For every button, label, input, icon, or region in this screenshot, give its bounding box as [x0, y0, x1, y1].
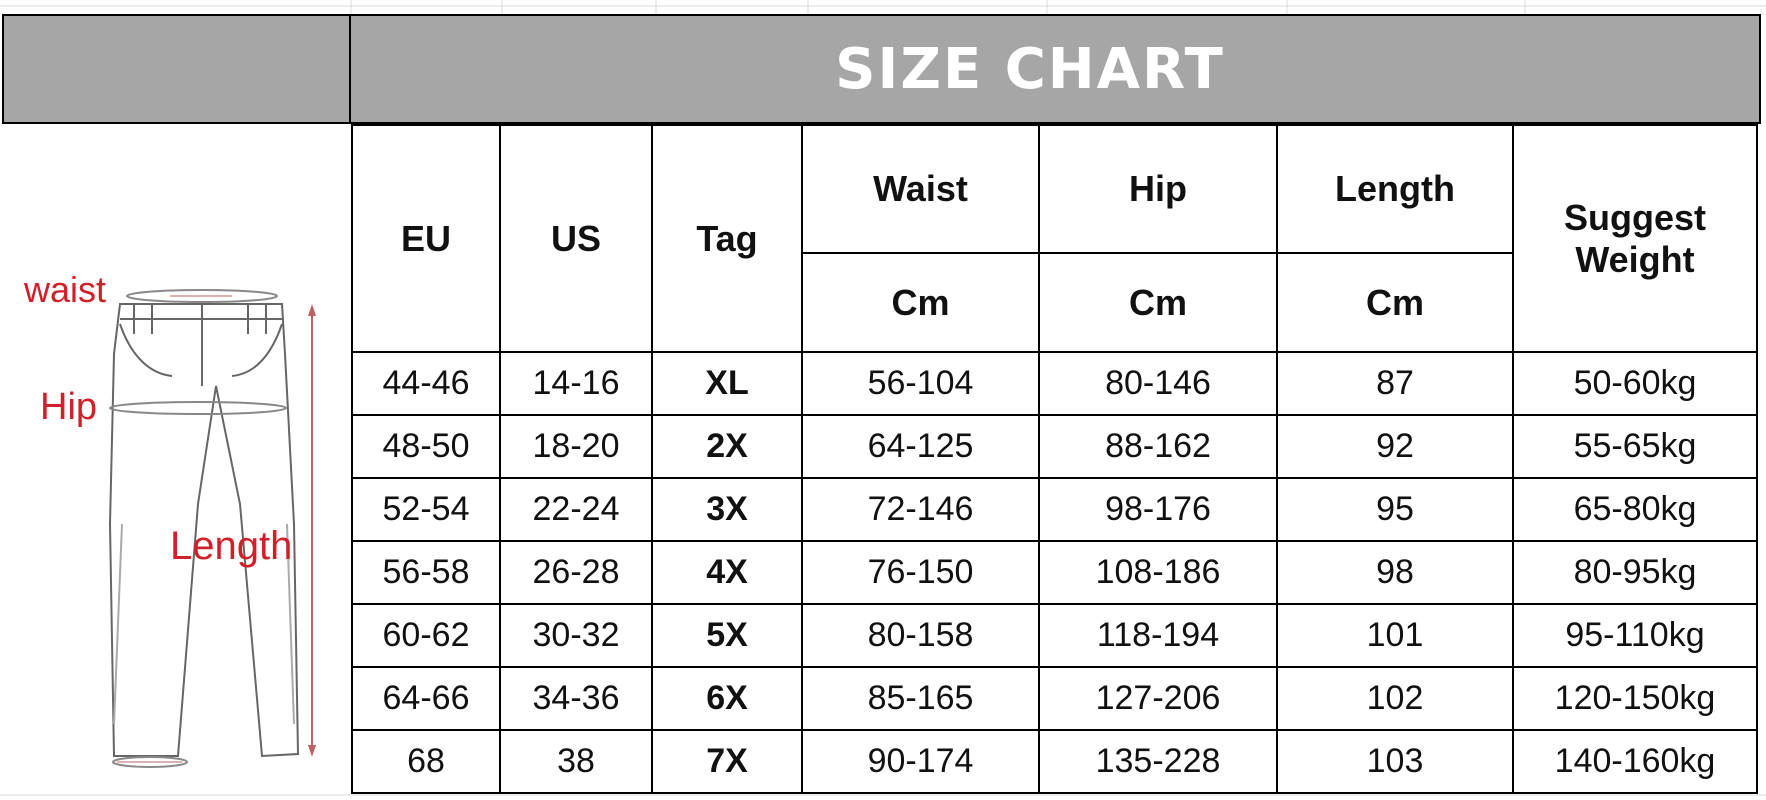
table-row: 60-62 30-32 5X 80-158 118-194 101 95-110…	[351, 603, 1758, 668]
header-us: US	[499, 124, 653, 353]
cell-weight: 120-150kg	[1512, 666, 1758, 731]
cell-eu: 60-62	[351, 603, 501, 668]
cell-waist: 90-174	[801, 729, 1040, 794]
cell-weight: 140-160kg	[1512, 729, 1758, 794]
cell-length: 95	[1276, 477, 1514, 542]
cell-hip: 88-162	[1038, 414, 1278, 479]
cell-length: 101	[1276, 603, 1514, 668]
cell-eu: 48-50	[351, 414, 501, 479]
header-eu: EU	[351, 124, 501, 353]
cell-tag: XL	[651, 351, 803, 416]
unit-waist: Cm	[801, 252, 1040, 353]
cell-us: 18-20	[499, 414, 653, 479]
unit-length: Cm	[1276, 252, 1514, 353]
cell-waist: 72-146	[801, 477, 1040, 542]
header-length: Length	[1276, 124, 1514, 254]
cell-tag: 6X	[651, 666, 803, 731]
cell-hip: 108-186	[1038, 540, 1278, 605]
cell-length: 92	[1276, 414, 1514, 479]
cell-weight: 95-110kg	[1512, 603, 1758, 668]
cell-tag: 3X	[651, 477, 803, 542]
cell-tag: 7X	[651, 729, 803, 794]
table-row: 56-58 26-28 4X 76-150 108-186 98 80-95kg	[351, 540, 1758, 605]
cell-us: 30-32	[499, 603, 653, 668]
page-title: SIZE CHART	[835, 36, 1225, 102]
header-waist: Waist	[801, 124, 1040, 254]
diagram-hip-label: Hip	[40, 386, 98, 428]
cell-us: 14-16	[499, 351, 653, 416]
cell-eu: 56-58	[351, 540, 501, 605]
cell-hip: 127-206	[1038, 666, 1278, 731]
cell-waist: 76-150	[801, 540, 1040, 605]
header-row: EU US Tag Waist Hip Length Suggest Weigh…	[351, 124, 1758, 353]
cell-weight: 65-80kg	[1512, 477, 1758, 542]
cell-length: 102	[1276, 666, 1514, 731]
cell-hip: 80-146	[1038, 351, 1278, 416]
cell-weight: 50-60kg	[1512, 351, 1758, 416]
table-row: 48-50 18-20 2X 64-125 88-162 92 55-65kg	[351, 414, 1758, 479]
cell-us: 38	[499, 729, 653, 794]
title-left-cell	[2, 14, 351, 124]
cell-length: 103	[1276, 729, 1514, 794]
cell-waist: 85-165	[801, 666, 1040, 731]
title-bar: SIZE CHART	[351, 14, 1761, 124]
table-row: 52-54 22-24 3X 72-146 98-176 95 65-80kg	[351, 477, 1758, 542]
table-row: 44-46 14-16 XL 56-104 80-146 87 50-60kg	[351, 351, 1758, 416]
table-row: 64-66 34-36 6X 85-165 127-206 102 120-15…	[351, 666, 1758, 731]
cell-tag: 4X	[651, 540, 803, 605]
cell-weight: 55-65kg	[1512, 414, 1758, 479]
cell-length: 98	[1276, 540, 1514, 605]
cell-us: 22-24	[499, 477, 653, 542]
cell-tag: 2X	[651, 414, 803, 479]
cell-waist: 64-125	[801, 414, 1040, 479]
cell-hip: 135-228	[1038, 729, 1278, 794]
diagram-waist-label: waist	[24, 269, 107, 310]
cell-hip: 98-176	[1038, 477, 1278, 542]
pants-diagram: waist Hip Length	[2, 124, 351, 794]
header-suggest-line2: Weight	[1575, 238, 1695, 280]
header-suggest-line1: Suggest	[1563, 196, 1706, 238]
size-table: EU US Tag Waist Hip Length Suggest Weigh…	[351, 124, 1758, 794]
cell-length: 87	[1276, 351, 1514, 416]
table-row: 68 38 7X 90-174 135-228 103 140-160kg	[351, 729, 1758, 794]
cell-eu: 52-54	[351, 477, 501, 542]
header-hip: Hip	[1038, 124, 1278, 254]
cell-eu: 44-46	[351, 351, 501, 416]
diagram-length-label: Length	[170, 524, 293, 568]
unit-hip: Cm	[1038, 252, 1278, 353]
cell-eu: 68	[351, 729, 501, 794]
cell-waist: 80-158	[801, 603, 1040, 668]
cell-weight: 80-95kg	[1512, 540, 1758, 605]
cell-hip: 118-194	[1038, 603, 1278, 668]
cell-eu: 64-66	[351, 666, 501, 731]
cell-us: 34-36	[499, 666, 653, 731]
cell-waist: 56-104	[801, 351, 1040, 416]
pants-outline-icon	[108, 289, 316, 768]
header-tag: Tag	[651, 124, 803, 353]
cell-tag: 5X	[651, 603, 803, 668]
cell-us: 26-28	[499, 540, 653, 605]
header-suggest-weight: Suggest Weight	[1512, 124, 1758, 353]
